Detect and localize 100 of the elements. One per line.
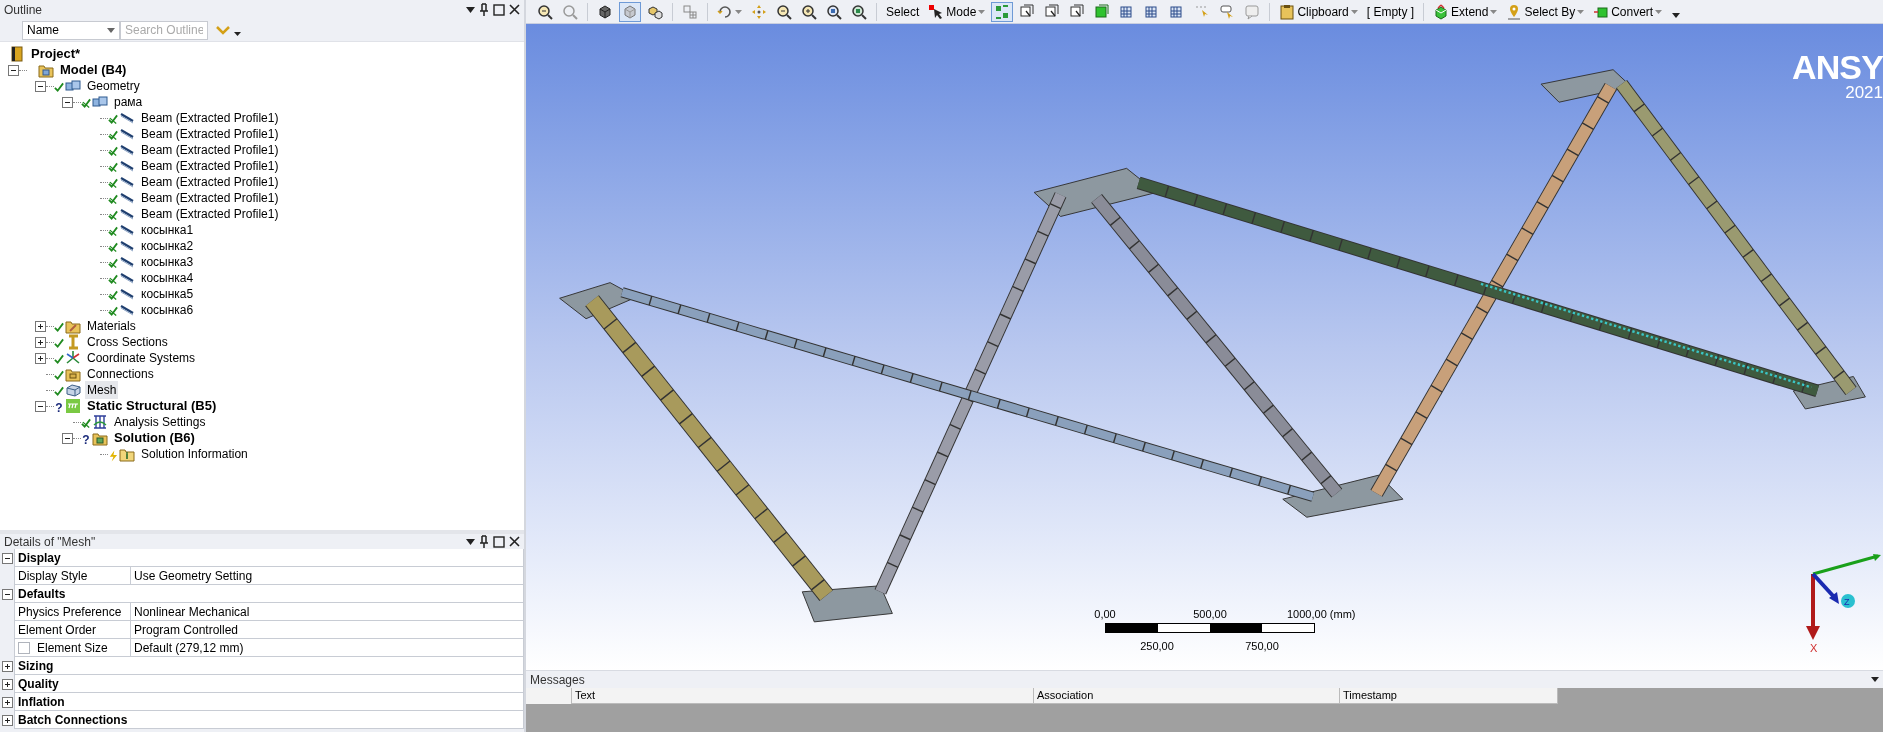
toolbar-button[interactable]: Convert [1590,1,1666,22]
property-value[interactable]: Default (279,12 mm) [130,639,524,657]
panel-title: Outline [4,1,43,19]
caret-icon[interactable] [466,538,475,545]
line-body-icon [119,190,135,206]
tree-item[interactable]: Cross Sections [85,333,170,351]
tree-item[interactable]: косынка2 [139,237,196,255]
line-body-icon [119,302,135,318]
face-select-icon [1044,3,1061,20]
body-select-icon [1094,3,1111,20]
pin-icon[interactable] [479,535,489,548]
maximize-icon[interactable] [493,535,505,548]
checkbox[interactable] [18,641,30,654]
selection-button[interactable] [991,1,1014,22]
scale-label: 250,00 [1140,639,1174,654]
maximize-icon[interactable] [493,3,505,16]
group-header[interactable]: Batch Connections [14,711,524,729]
toolbar-button[interactable]: [ Empty ] [1363,1,1418,22]
pin-icon[interactable] [479,3,489,16]
expand-icon[interactable] [1,696,13,708]
tree-item[interactable]: косынка6 [139,301,196,319]
tree-item[interactable]: Coordinate Systems [85,349,198,367]
collapse-icon[interactable] [1,588,13,600]
scale-label: 1000,00 (mm) [1287,607,1356,622]
toolbar-button[interactable]: Select [883,1,923,22]
version-text: 2021 [1845,84,1883,101]
expand-icon[interactable] [1,678,13,690]
group-header[interactable]: Display [14,549,524,567]
line-body-icon [119,158,135,174]
tree-item[interactable]: Beam (Extracted Profile1) [139,141,281,159]
property-value[interactable]: Use Geometry Setting [130,567,524,585]
caret-icon[interactable] [1871,677,1879,682]
group-header[interactable]: Sizing [14,657,524,675]
tree-item[interactable]: косынка4 [139,269,196,287]
column-header[interactable]: Timestamp [1340,688,1558,704]
tree-item[interactable]: Static Structural (B5) [85,396,219,416]
mesh-box-icon [65,382,81,398]
toolbar-button[interactable]: Mode [925,1,989,22]
tree-item[interactable]: косынка3 [139,253,196,271]
collapse-icon[interactable] [1,552,13,564]
analysis-icon [65,398,81,414]
expand-icon[interactable] [35,336,46,348]
expand-icon[interactable] [35,320,46,332]
group-header[interactable]: Quality [14,675,524,693]
tree-item[interactable]: Connections [85,365,156,383]
tree-item[interactable]: Materials [85,317,138,335]
expand-icon[interactable] [1,714,13,726]
close-icon[interactable] [509,536,520,547]
expand-icon[interactable] [1,660,13,672]
rotate-icon [717,3,733,20]
expand-icon[interactable] [35,352,46,364]
cursor-icon [928,3,945,20]
tree-item[interactable]: Solution Information [139,445,250,463]
toolbar-button[interactable]: Select By [1503,1,1588,22]
settings-grid-icon [92,414,108,430]
scale-label: 750,00 [1245,639,1279,654]
tree-item[interactable]: Mesh [85,381,119,399]
property-label: Element Size [37,639,108,657]
search-field[interactable]: Search Outline [120,20,208,40]
line-body-icon [119,238,135,254]
line-body-icon [119,270,135,286]
collapse-icon[interactable] [35,400,46,412]
tree-item[interactable]: Beam (Extracted Profile1) [139,205,281,223]
panel-title: Details of "Mesh" [4,533,96,551]
face-select-icon [1069,3,1086,20]
caret-icon[interactable] [1672,13,1681,18]
tree-item[interactable]: Analysis Settings [112,413,208,431]
tree-item[interactable]: косынка1 [139,221,196,239]
graphics-viewport[interactable]: ANSY 2021 0,00 500,00 1000,00 (mm) 250,00 750,00 X Z [526,24,1883,670]
panel-title: Messages [530,671,585,689]
column-header[interactable]: Association [1034,688,1340,704]
collapse-icon[interactable] [35,80,46,92]
scale-label: 0,00 [1094,607,1116,622]
tree-item[interactable]: рама [112,93,145,111]
toolbar-button[interactable]: Clipboard [1276,1,1361,22]
group-header[interactable]: Inflation [14,693,524,711]
collapse-icon[interactable] [62,96,73,108]
zoom-out-icon [562,3,578,20]
tree-item[interactable]: Beam (Extracted Profile1) [139,189,281,207]
tree-item[interactable]: Beam (Extracted Profile1) [139,157,281,175]
grid-icon [682,3,698,20]
tree-item[interactable]: Beam (Extracted Profile1) [139,109,281,127]
filter-dropdown[interactable]: Name [22,20,120,40]
property-value[interactable]: Program Controlled [130,621,524,639]
property-value[interactable]: Nonlinear Mechanical [130,603,524,621]
tree-item[interactable]: Geometry [85,77,142,95]
toolbar-button[interactable]: Extend [1430,1,1501,22]
group-header[interactable]: Defaults [14,585,524,603]
collapse-icon[interactable] [8,64,19,76]
tree-item[interactable]: косынка5 [139,285,196,303]
tree-item[interactable]: Solution (B6) [112,428,197,448]
column-header[interactable]: Text [572,688,1034,704]
caret-icon[interactable] [234,32,241,36]
zoom-fit-icon [851,3,867,20]
collapse-icon[interactable] [62,432,73,444]
caret-icon[interactable] [466,6,475,13]
location-pin-icon [1506,3,1523,20]
tree-item[interactable]: Beam (Extracted Profile1) [139,125,281,143]
close-icon[interactable] [509,4,520,15]
tree-item[interactable]: Beam (Extracted Profile1) [139,173,281,191]
